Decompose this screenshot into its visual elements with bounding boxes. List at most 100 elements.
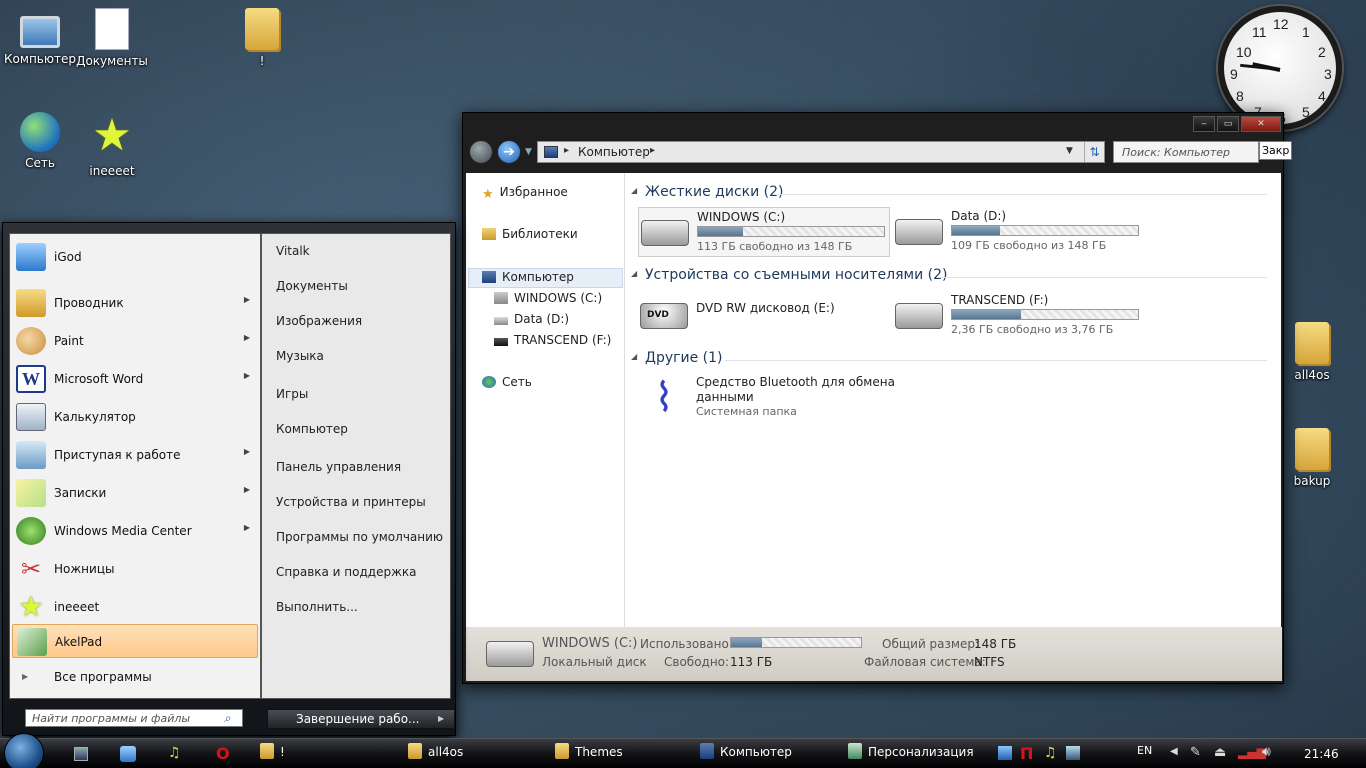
drive-tile-e[interactable]: DVD DVD RW дисковод (E:) [638,291,890,341]
program-explorer[interactable]: Проводник ▶ [12,286,258,320]
close-button[interactable]: ✕ [1241,116,1281,132]
place-computer[interactable]: Компьютер [276,422,348,436]
all-programs-link[interactable]: Все программы [54,670,152,684]
start-orb-icon[interactable] [4,733,44,768]
shutdown-button[interactable]: Завершение рабо... ▶ [267,709,455,729]
bluetooth-quicklaunch-icon[interactable]: ♫ [168,745,181,761]
program-ineeeet[interactable]: ★ ineeeet [12,590,258,624]
submenu-arrow-icon[interactable]: ▶ [244,447,250,456]
back-button[interactable] [469,140,493,164]
taskbar[interactable]: ♫ O ! all4os Themes Компьютер Персонализ… [0,733,1366,768]
submenu-arrow-icon[interactable]: ▶ [244,371,250,380]
desktop-icon-computer[interactable]: Компьютер [0,8,80,66]
program-paint[interactable]: Paint ▶ [12,324,258,358]
tray-tool-icon[interactable]: ✎ [1190,745,1201,760]
desktop-icon-documents[interactable]: Документы [72,8,152,68]
breadcrumb-chevron-icon[interactable]: ▸ [564,145,569,156]
collapse-icon[interactable]: ◢ [631,186,637,195]
submenu-arrow-icon[interactable]: ▶ [244,295,250,304]
program-media-center[interactable]: Windows Media Center ▶ [12,514,258,548]
place-help-support[interactable]: Справка и поддержка [276,565,417,579]
start-menu[interactable]: iGod Проводник ▶ Paint ▶ W Microsoft Wor… [2,222,456,736]
navigation-pane[interactable]: ★ Избранное Библиотеки Компьютер WINDOWS … [466,173,625,627]
desktop-icon-ineeeet[interactable]: ★ ineeeet [72,112,152,179]
taskbar-button-personalization[interactable]: Персонализация [848,743,974,765]
taskbar-button-all4os[interactable]: all4os [408,743,463,765]
explorer-window[interactable]: ‒ ▭ ✕ ➔ ▼ ▸ Компьютер ▸ ▼ ⇅ Поиск: Компь… [462,112,1293,684]
place-run[interactable]: Выполнить... [276,600,358,614]
desktop-icon-network[interactable]: Сеть [0,112,80,170]
bluetooth-tray-icon[interactable]: ♫ [1044,745,1057,761]
nav-favorites[interactable]: ★ Избранное [482,185,568,202]
submenu-arrow-icon[interactable]: ▶ [244,485,250,494]
magnifier-icon[interactable]: ⌕ [224,711,231,726]
taskbar-button-computer[interactable]: Компьютер [700,743,792,765]
recent-pages-chevron-icon[interactable]: ▼ [525,147,532,157]
address-dropdown-icon[interactable]: ▼ [1066,146,1073,156]
program-akelpad[interactable]: AkelPad [12,624,258,658]
start-search-box[interactable]: Найти программы и файлы ⌕ [25,709,243,727]
drive-tile-f[interactable]: TRANSCEND (F:) 2,36 ГБ свободно из 3,76 … [893,291,1145,341]
taskbar-button-themes[interactable]: Themes [555,743,623,765]
program-calculator[interactable]: Калькулятор [12,400,258,434]
maximize-button[interactable]: ▭ [1217,116,1239,132]
start-programs-pane[interactable]: iGod Проводник ▶ Paint ▶ W Microsoft Wor… [9,233,261,699]
group-header-removable[interactable]: Устройства со съемными носителями (2) [645,267,947,283]
submenu-arrow-icon[interactable]: ▶ [244,523,250,532]
nav-drive-f[interactable]: TRANSCEND (F:) [494,333,611,347]
language-indicator[interactable]: EN [1137,744,1152,757]
program-snipping-tool[interactable]: ✂ Ножницы [12,552,258,586]
search-box[interactable]: Поиск: Компьютер [1113,141,1259,163]
collapse-icon[interactable]: ◢ [631,352,637,361]
nav-computer[interactable]: Компьютер [482,270,574,284]
tray-app-icon[interactable] [1066,746,1080,760]
program-igod[interactable]: iGod [12,240,258,274]
taskbar-button-folder-exclaim[interactable]: ! [260,743,285,765]
bluetooth-item[interactable]: ⌇ Средство Bluetooth для обмена данными … [638,373,938,423]
opera-icon[interactable]: O [216,744,230,763]
start-places-pane[interactable]: Vitalk Документы Изображения Музыка Игры… [261,233,451,699]
program-getting-started[interactable]: Приступая к работе ▶ [12,438,258,472]
start-search-input[interactable]: Найти программы и файлы [32,712,190,725]
nav-libraries[interactable]: Библиотеки [482,227,578,241]
content-pane[interactable]: ◢ Жесткие диски (2) WINDOWS (C:) 113 ГБ … [625,173,1281,627]
nav-drive-d[interactable]: Data (D:) [494,312,569,326]
breadcrumb-chevron-icon[interactable]: ▸ [650,145,655,156]
collapse-icon[interactable]: ◢ [631,269,637,278]
desktop-icon-bakup[interactable]: bakup [1272,428,1352,488]
submenu-arrow-icon[interactable]: ▶ [244,333,250,342]
igod-quicklaunch-icon[interactable] [120,746,136,762]
forward-button[interactable]: ➔ [497,140,521,164]
place-default-programs[interactable]: Программы по умолчанию [276,530,443,544]
address-bar[interactable]: ▸ Компьютер ▸ ▼ ⇅ [537,141,1105,163]
group-header-hdd[interactable]: Жесткие диски (2) [645,184,783,200]
show-desktop-icon[interactable] [74,747,88,761]
nav-drive-c[interactable]: WINDOWS (C:) [494,291,602,305]
refresh-icon[interactable]: ⇅ [1084,142,1104,162]
tray-expand-icon[interactable]: ◀ [1170,746,1178,757]
drive-tile-d[interactable]: Data (D:) 109 ГБ свободно из 148 ГБ [893,207,1145,257]
breadcrumb-computer[interactable]: Компьютер [578,145,650,159]
desktop-icon-folder-exclaim[interactable]: ! [222,8,302,68]
clock-time[interactable]: 21:46 [1304,747,1339,761]
place-user[interactable]: Vitalk [276,244,310,258]
program-word[interactable]: W Microsoft Word ▶ [12,362,258,396]
search-input[interactable]: Поиск: Компьютер [1122,146,1230,159]
tray-app-icon[interactable]: П [1020,744,1033,763]
place-control-panel[interactable]: Панель управления [276,460,401,474]
place-documents[interactable]: Документы [276,279,348,293]
group-header-other[interactable]: Другие (1) [645,350,722,366]
nav-network[interactable]: Сеть [482,375,532,389]
volume-icon[interactable]: 🔊︎ [1262,744,1271,760]
shutdown-options-arrow-icon[interactable]: ▶ [438,714,444,723]
tray-app-icon[interactable] [998,746,1012,760]
place-devices-printers[interactable]: Устройства и принтеры [276,495,426,509]
place-games[interactable]: Игры [276,387,308,401]
minimize-button[interactable]: ‒ [1193,116,1215,132]
place-music[interactable]: Музыка [276,349,324,363]
desktop-icon-all4os[interactable]: all4os [1272,322,1352,382]
place-pictures[interactable]: Изображения [276,314,362,328]
drive-tile-c[interactable]: WINDOWS (C:) 113 ГБ свободно из 148 ГБ [638,207,890,257]
program-sticky-notes[interactable]: Записки ▶ [12,476,258,510]
safely-remove-icon[interactable]: ⏏ [1214,745,1226,760]
